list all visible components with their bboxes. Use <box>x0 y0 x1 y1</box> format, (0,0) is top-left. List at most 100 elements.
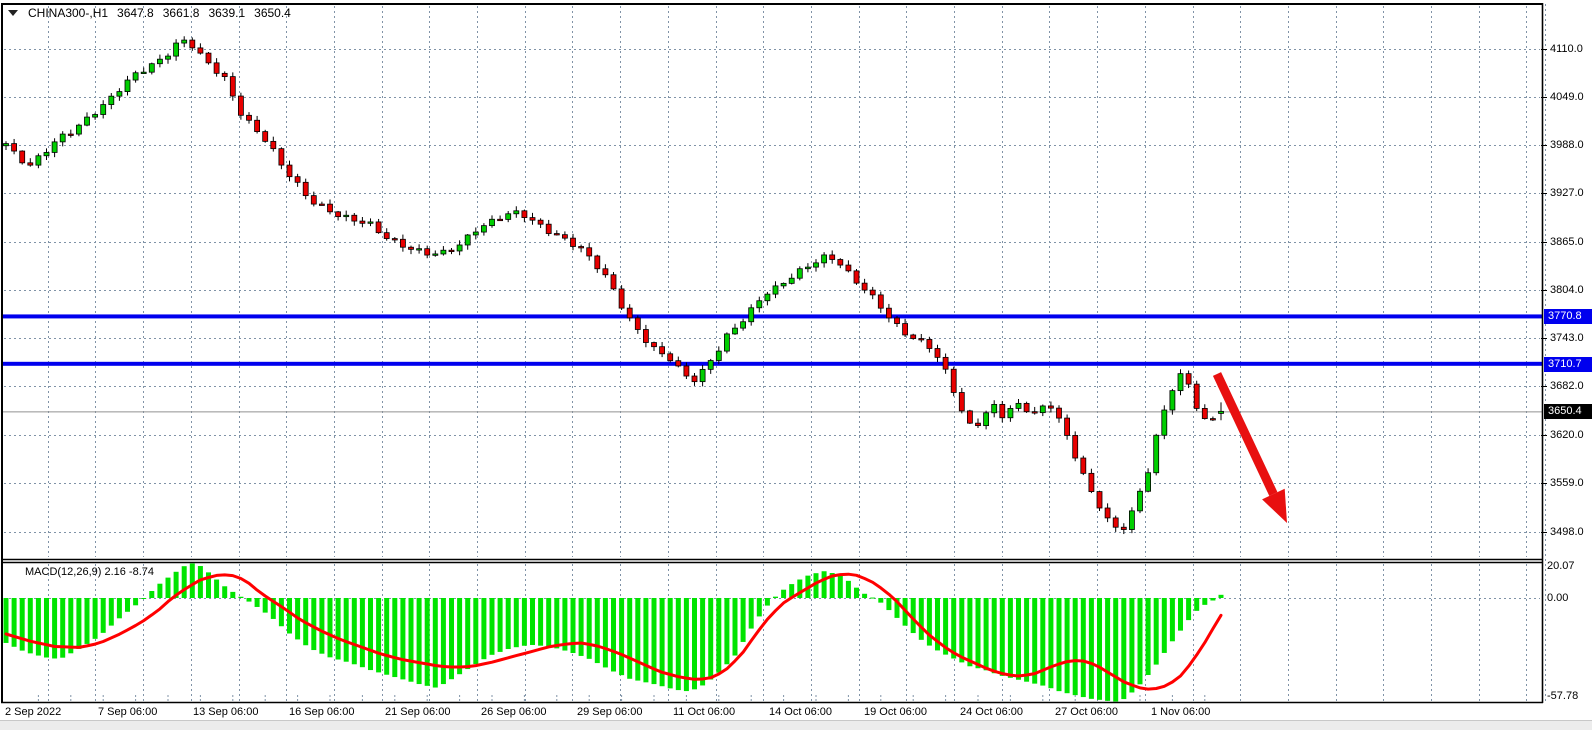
macd-histogram-bar <box>951 598 956 659</box>
macd-histogram-bar <box>530 598 535 645</box>
chart-title: CHINA300-,H1 3647.8 3661.8 3639.1 3650.4 <box>8 6 291 20</box>
macd-histogram-bar <box>473 598 478 664</box>
symbol-timeframe-label: CHINA300-,H1 <box>28 6 108 20</box>
macd-histogram-bar <box>68 598 73 653</box>
macd-histogram-bar <box>384 598 389 675</box>
macd-histogram-bar <box>255 598 260 607</box>
macd-histogram-bar <box>1008 598 1013 678</box>
candle <box>1194 381 1199 411</box>
macd-histogram-bar <box>1154 598 1159 665</box>
macd-histogram-bar <box>311 598 316 650</box>
macd-histogram-bar <box>392 598 397 677</box>
symbol-dropdown-icon[interactable] <box>8 10 18 16</box>
chart-border-top <box>1 3 1543 5</box>
macd-indicator-label: MACD(12,26,9) 2.16 -8.74 <box>25 566 154 578</box>
macd-histogram-bar <box>1000 598 1005 676</box>
macd-histogram-bar <box>141 598 146 599</box>
macd-histogram-bar <box>93 598 98 639</box>
macd-histogram-bar <box>101 598 106 633</box>
macd-histogram-bar <box>1138 598 1143 684</box>
ohlc-low: 3639.1 <box>208 6 245 20</box>
macd-histogram-bar <box>538 598 543 646</box>
macd-histogram-bar <box>846 581 851 598</box>
macd-histogram-bar <box>733 598 738 656</box>
macd-histogram-bar <box>587 598 592 659</box>
candle <box>76 124 81 137</box>
macd-histogram-bar <box>214 580 219 598</box>
macd-histogram-bar <box>619 598 624 675</box>
candle <box>1129 507 1134 533</box>
macd-histogram-bar <box>1016 598 1021 680</box>
last-price-badge: 3650.4 <box>1544 404 1592 419</box>
candle <box>206 52 211 65</box>
macd-histogram-bar <box>222 586 227 598</box>
candle <box>724 332 729 353</box>
macd-histogram-bar <box>1210 598 1215 601</box>
macd-histogram-bar <box>498 598 503 652</box>
macd-histogram-bar <box>781 590 786 598</box>
candle <box>967 410 972 424</box>
candle <box>797 266 802 280</box>
candle <box>619 285 624 310</box>
macd-histogram-bar <box>263 598 268 613</box>
macd-histogram-bar <box>20 598 25 651</box>
macd-histogram-bar <box>967 598 972 666</box>
macd-histogram-bar <box>44 598 49 658</box>
chart-window: CHINA300-,H1 3647.8 3661.8 3639.1 3650.4… <box>0 0 1592 730</box>
macd-histogram-bar <box>85 598 90 644</box>
candle <box>911 334 916 340</box>
resistance-price-badge: 3770.8 <box>1544 309 1592 324</box>
macd-histogram-bar <box>344 598 349 662</box>
macd-histogram-bar <box>157 584 162 598</box>
macd-histogram-bar <box>554 598 559 648</box>
macd-histogram-bar <box>1073 598 1078 695</box>
macd-histogram-bar <box>1186 598 1191 620</box>
macd-histogram-bar <box>1162 598 1167 653</box>
macd-histogram-bar <box>1194 598 1199 611</box>
macd-histogram-bar <box>765 598 770 606</box>
bottom-strip <box>0 720 1592 730</box>
macd-histogram-bar <box>635 598 640 681</box>
candle <box>1097 491 1102 511</box>
candle <box>1073 431 1078 461</box>
macd-histogram-bar <box>1048 598 1053 688</box>
macd-histogram-bar <box>238 597 243 598</box>
macd-histogram-bar <box>1178 598 1183 631</box>
macd-histogram-bar <box>959 598 964 662</box>
macd-histogram-bar <box>133 598 138 605</box>
macd-histogram-bar <box>400 598 405 679</box>
macd-histogram-bar <box>481 598 486 659</box>
macd-histogram-bar <box>976 598 981 668</box>
candle <box>1138 488 1143 513</box>
macd-histogram-bar <box>490 598 495 655</box>
chart-border-left <box>1 3 3 703</box>
macd-histogram-bar <box>854 588 859 598</box>
macd-histogram-bar <box>822 571 827 598</box>
macd-histogram-bar <box>279 598 284 626</box>
macd-histogram-bar <box>1146 598 1151 675</box>
macd-histogram-bar <box>433 598 438 688</box>
macd-histogram-bar <box>992 598 997 673</box>
macd-histogram-bar <box>603 598 608 667</box>
macd-histogram-bar <box>716 598 721 673</box>
macd-histogram-bar <box>1105 598 1110 701</box>
macd-histogram-bar <box>749 598 754 629</box>
macd-histogram-bar <box>328 598 333 657</box>
macd-histogram-bar <box>230 592 235 598</box>
time-axis[interactable] <box>1 703 1543 720</box>
candle <box>1154 434 1159 476</box>
macd-histogram-bar <box>368 598 373 670</box>
candle <box>611 272 616 290</box>
support-line[interactable] <box>1 362 1542 366</box>
chart-canvas[interactable] <box>0 0 1592 730</box>
macd-histogram-bar <box>919 598 924 640</box>
macd-histogram-bar <box>287 598 292 634</box>
price-axis[interactable] <box>1543 3 1592 703</box>
macd-histogram-bar <box>1024 598 1029 682</box>
macd-histogram-bar <box>741 598 746 642</box>
macd-histogram-bar <box>579 598 584 656</box>
macd-histogram-bar <box>336 598 341 660</box>
resistance-line[interactable] <box>1 314 1542 318</box>
macd-histogram-bar <box>522 598 527 646</box>
macd-histogram-bar <box>1097 598 1102 700</box>
